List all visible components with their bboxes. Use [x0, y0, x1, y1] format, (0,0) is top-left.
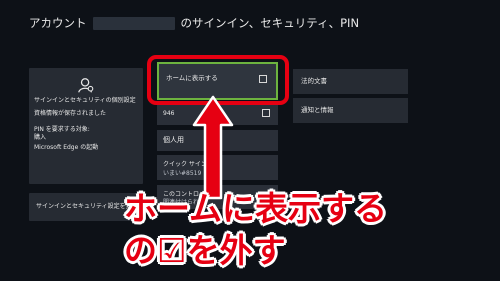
annotation-line2: の☑を外す [124, 231, 286, 270]
annotation-line1: ホームに表示する [124, 189, 388, 228]
